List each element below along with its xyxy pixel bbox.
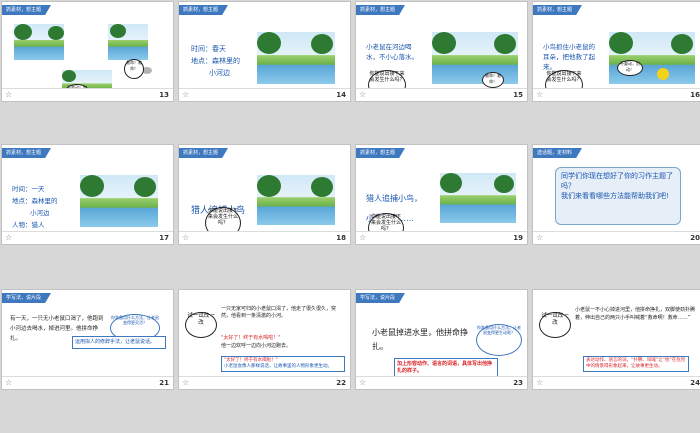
tip-note: 运用拟人的修辞手法，让老鼠说话。: [72, 336, 166, 349]
bird-illustration: [657, 68, 669, 80]
slide-number: 21: [159, 379, 169, 387]
slide-number: 18: [336, 234, 346, 242]
slide-transition-icon[interactable]: ☆: [5, 378, 12, 388]
character-line: 人物：猎人: [12, 221, 45, 229]
section-tag: 学写法，说片段: [2, 293, 52, 303]
method-line: 我们来看看哪些方法能帮助我们吧!: [561, 192, 669, 200]
slide-transition-icon[interactable]: ☆: [359, 233, 366, 243]
slide-thumbnail-24[interactable]: 试一试改一改 小老鼠一不小心掉进河里，他拼命挣扎，双脚使劲扑腾着，伸出自己的两只…: [533, 290, 700, 389]
section-tag: 抓素材，想主题: [356, 148, 406, 158]
slide-transition-icon[interactable]: ☆: [5, 90, 12, 100]
place-line: 地点：森林里的: [12, 197, 58, 205]
slide-number: 13: [159, 91, 169, 99]
slide-number: 23: [513, 379, 523, 387]
time-line: 时间：一天: [12, 185, 45, 193]
section-tag: 抓素材，想主题: [179, 148, 229, 158]
slide-transition-icon[interactable]: ☆: [182, 90, 189, 100]
slide-thumbnail-20[interactable]: 选话题，定材料 同学们你现在想好了你的习作主题了吗？ 我们来看看哪些方法能帮助我…: [533, 145, 700, 244]
slide-number: 15: [513, 91, 523, 99]
slide-transition-icon[interactable]: ☆: [182, 378, 189, 388]
slide-thumbnail-13[interactable]: 抓素材，想主题 救命！救命！ 不要动！别动！ ☆13: [2, 2, 173, 101]
slide-body-text: 小老鼠在河边喝水，不小心落水。: [366, 43, 418, 61]
section-tag: 抓素材，想主题: [2, 5, 52, 15]
tip-quote: "太好了！终于有水喝啦！": [224, 358, 278, 363]
section-tag: 抓素材，想主题: [2, 148, 52, 158]
story-paragraph: 一只无家可归的小老鼠口渴了，他走了很久很久，突然，他看到一条清澈的小河。: [221, 306, 337, 319]
section-tag: 抓素材，想主题: [179, 5, 229, 15]
forest-scene-image: [14, 24, 64, 60]
story-quote: "太好了！终于有水喝啦！": [221, 335, 281, 341]
slide-number: 16: [690, 91, 700, 99]
section-tag: 选话题，定材料: [533, 148, 583, 158]
place-line: 地点：森林里的: [191, 57, 240, 65]
slide-transition-icon[interactable]: ☆: [536, 233, 543, 243]
slide-transition-icon[interactable]: ☆: [182, 233, 189, 243]
slide-thumbnail-15[interactable]: 抓素材，想主题 小老鼠在河边喝水，不小心落水。 救命！救命！ 你能说出接下来会发…: [356, 2, 527, 101]
slide-body-text: 猎人追捕小鸟，: [366, 194, 422, 203]
slide-thumbnail-22[interactable]: 试一试改一改 一只无家可归的小老鼠口渴了，他走了很久很久，突然，他看到一条清澈的…: [179, 290, 350, 389]
slide-number: 22: [336, 379, 346, 387]
question-bubble: 你准备用什么方法，让老鼠变得更生动呢？: [476, 324, 522, 356]
section-tag: 抓素材，想主题: [533, 5, 583, 15]
forest-scene-image: [609, 32, 695, 84]
forest-scene-image: [257, 175, 335, 225]
tip-note: 表达动作、语言的词，“扑腾、叫喊”让“他”在危险中的情景得形象起来，让故事更生动…: [583, 356, 689, 372]
try-it-bubble: 试一试改一改: [539, 312, 571, 338]
tip-note: "太好了！终于有水喝啦！" 小老鼠会像人那样说话，让故事里的人物形象更生动。: [221, 356, 345, 372]
story-paragraph-2: 他一边欢呼一边向小河边跑去。: [221, 343, 292, 349]
section-tag: 学写法，说片段: [356, 293, 406, 303]
slide-thumbnail-19[interactable]: 抓素材，想主题 猎人追捕小鸟， 小鸟逃跑…… 你能说出接下来会发生什么吗？ ☆1…: [356, 145, 527, 244]
slide-thumbnail-16[interactable]: 抓素材，想主题 小鸟抓住小老鼠的耳朵，把他救了起来。 不要动，别动！ 你能说出接…: [533, 2, 700, 101]
forest-scene-image: [257, 32, 335, 84]
question-line: 同学们你现在想好了你的习作主题了吗？: [561, 172, 673, 190]
speech-bubble: 不要动，别动！: [617, 60, 643, 76]
slide-number: 14: [336, 91, 346, 99]
place-line-2: 小河边: [30, 209, 50, 217]
speech-bubble: 救命！救命！: [482, 72, 504, 88]
forest-scene-image: [432, 32, 518, 84]
slide-number: 20: [690, 234, 700, 242]
slide-transition-icon[interactable]: ☆: [359, 378, 366, 388]
tip-text: 小老鼠会像人那样说话，让故事里的人物形象更生动。: [224, 364, 332, 369]
question-card: 同学们你现在想好了你的习作主题了吗？ 我们来看看哪些方法能帮助我们吧!: [555, 167, 681, 225]
slide-thumbnail-21[interactable]: 学写法，说片段 有一天，一只无小老鼠口渴了，他跑到小河边去喝水，掉进河里。他拼命…: [2, 290, 173, 389]
slide-number: 19: [513, 234, 523, 242]
slide-thumbnail-14[interactable]: 抓素材，想主题 时间：春天 地点：森林里的 小河边 ☆ 14: [179, 2, 350, 101]
slide-transition-icon[interactable]: ☆: [536, 90, 543, 100]
slide-thumbnail-23[interactable]: 学写法，说片段 小老鼠掉进水里，他拼命挣扎。 你准备用什么方法，让老鼠变得更生动…: [356, 290, 527, 389]
try-it-bubble: 试一试改一改: [185, 312, 217, 338]
forest-scene-image: [80, 175, 158, 227]
story-paragraph: 小老鼠一不小心掉进河里，他拼命挣扎，双脚使劲扑腾着，伸出自己的两只小手叫喊着“救…: [575, 307, 696, 321]
time-line: 时间：春天: [191, 45, 226, 53]
place-line-2: 小河边: [209, 69, 230, 77]
story-paragraph: 小老鼠掉进水里，他拼命挣扎。: [372, 328, 468, 351]
forest-scene-image: [440, 173, 516, 223]
tip-note: 加上形容动作、语言的词语，具体写出他挣扎的样子。: [394, 358, 498, 378]
forest-scene-image: [108, 24, 148, 60]
section-tag: 抓素材，想主题: [356, 5, 406, 15]
slide-thumbnail-18[interactable]: 抓素材，想主题 猎人追捕小鸟 你能说出接下来会发生什么吗？ ☆18: [179, 145, 350, 244]
speech-bubble: 救命！救命！: [124, 59, 144, 79]
slide-thumbnail-17[interactable]: 抓素材，想主题 时间：一天 地点：森林里的 小河边 人物：猎人 ☆ 17: [2, 145, 173, 244]
slide-number: 24: [690, 379, 700, 387]
slide-transition-icon[interactable]: ☆: [5, 233, 12, 243]
slide-transition-icon[interactable]: ☆: [359, 90, 366, 100]
slide-transition-icon[interactable]: ☆: [536, 378, 543, 388]
slide-number: 17: [159, 234, 169, 242]
slide-body-text: 小鸟抓住小老鼠的耳朵，把他救了起来。: [543, 43, 595, 71]
